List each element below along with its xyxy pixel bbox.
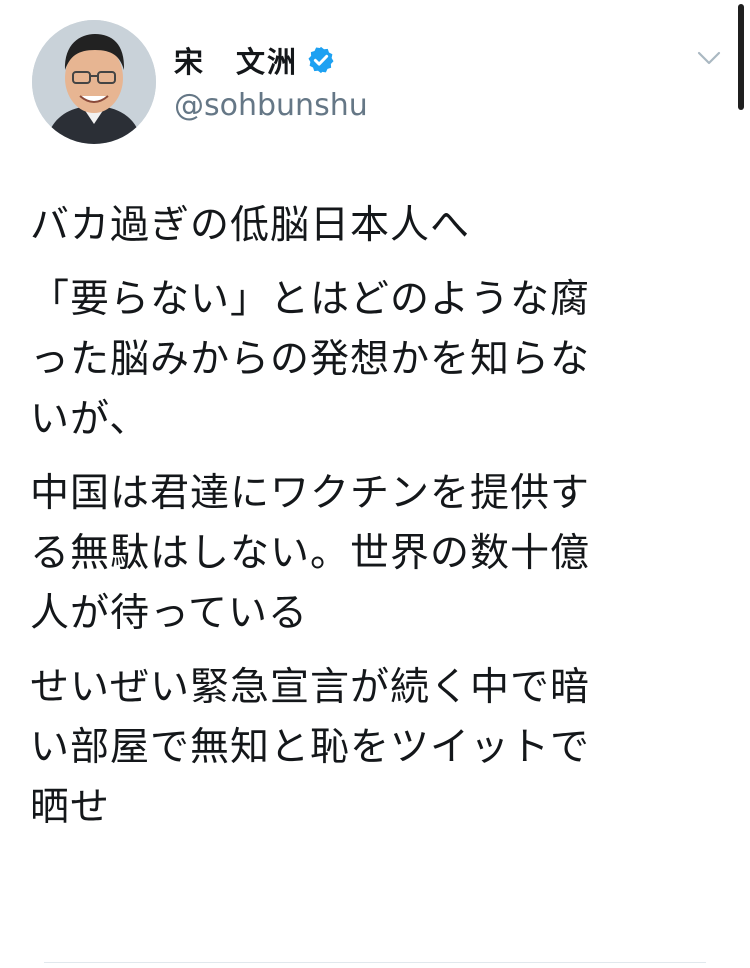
scrollbar[interactable] [738,4,744,110]
avatar[interactable] [32,20,156,144]
display-name[interactable]: 宋 文洲 [174,39,298,81]
divider [44,962,706,963]
tweet-paragraph: 「要らない」とはどのような腐 った脳みからの発想かを知らな いが、 [30,277,591,442]
profile-photo [32,20,156,144]
display-name-row: 宋 文洲 [174,40,368,80]
chevron-down-icon[interactable] [694,46,724,70]
verified-badge-icon [308,46,334,74]
user-names: 宋 文洲 @sohbunshu [174,40,368,123]
tweet-card: 宋 文洲 @sohbunshu バカ過ぎの低脳日本人へ 「要らない」とはどのよう… [0,0,750,968]
tweet-text: バカ過ぎの低脳日本人へ 「要らない」とはどのような腐 った脳みからの発想かを知ら… [30,196,720,852]
tweet-paragraph: バカ過ぎの低脳日本人へ [30,203,471,248]
tweet-paragraph: 中国は君達にワクチンを提供す る無駄はしない。世界の数十億 人が待っている [30,471,591,636]
tweet-paragraph: せいぜい緊急宣言が続く中で暗 い部屋で無知と恥をツイットで 晒せ [30,665,591,830]
user-handle[interactable]: @sohbunshu [174,88,368,123]
